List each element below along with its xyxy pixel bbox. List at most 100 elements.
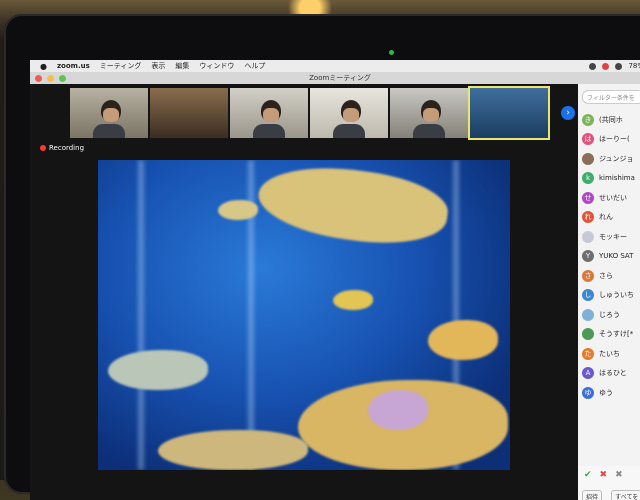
menu-window[interactable]: ウィンドウ: [199, 61, 234, 71]
laptop-bezel: ● zoom.us ミーティング 表示 編集 ウィンドウ ヘルプ 78% Zoo…: [4, 14, 640, 500]
participant-list-item[interactable]: き (共同ホ: [578, 110, 640, 130]
menu-app-name[interactable]: zoom.us: [57, 62, 90, 70]
participant-list-item[interactable]: たたいち: [578, 344, 640, 364]
participant-filter-input[interactable]: フィルター条件を: [582, 90, 640, 104]
participant-list-item[interactable]: ジュンジョ: [578, 149, 640, 169]
participant-list-item[interactable]: そうすけ[*: [578, 325, 640, 345]
participant-name: れん: [599, 213, 613, 222]
check-icon[interactable]: ✔: [584, 470, 592, 480]
fish: [368, 390, 428, 430]
participant-video-strip: [70, 86, 550, 140]
participant-body: [253, 124, 285, 138]
status-icon[interactable]: [602, 62, 610, 70]
participant-body: [333, 124, 365, 138]
invite-button[interactable]: 招待: [582, 490, 603, 500]
participant-name: はるひと: [599, 369, 627, 378]
participant-video-tile[interactable]: [150, 88, 228, 138]
menu-edit[interactable]: 編集: [175, 61, 189, 71]
next-page-arrow-icon[interactable]: ›: [561, 106, 575, 120]
window-title-bar: Zoomミーティング: [30, 72, 640, 84]
more-icon[interactable]: ✖: [615, 470, 623, 480]
participant-name: モッキー: [599, 232, 627, 241]
participant-list-item[interactable]: k kimishima: [578, 169, 640, 189]
laptop-screen: ● zoom.us ミーティング 表示 編集 ウィンドウ ヘルプ 78% Zoo…: [30, 60, 640, 500]
participant-list: き (共同ホははーりー(ジュンジョ k kimishima せせいだいれれん モッキー Y Y…: [578, 110, 640, 403]
participant-list-item[interactable]: モッキー: [578, 227, 640, 247]
participants-panel: フィルター条件を き (共同ホははーりー(ジュンジョ k kimishima せせいだい…: [578, 84, 640, 500]
participant-video-tile[interactable]: [230, 88, 308, 138]
recording-indicator: Recording: [40, 144, 84, 152]
apple-menu-icon[interactable]: ●: [40, 62, 47, 71]
participant-avatar: た: [582, 347, 594, 360]
participant-face: [262, 108, 279, 122]
fish: [428, 320, 498, 360]
participant-avatar: せ: [582, 191, 594, 204]
fish: [218, 200, 258, 220]
webcam-indicator: [389, 50, 394, 55]
participant-list-item[interactable]: ははーりー(: [578, 130, 640, 150]
menu-view[interactable]: 表示: [151, 61, 165, 71]
participant-name: はーりー(: [599, 135, 630, 144]
mac-menu-bar: ● zoom.us ミーティング 表示 編集 ウィンドウ ヘルプ 78%: [30, 60, 640, 72]
participant-list-item[interactable]: れれん: [578, 208, 640, 228]
participant-name: YUKO SAT: [599, 252, 634, 261]
window-title: Zoomミーティング: [309, 74, 371, 82]
shared-video-aquarium: [98, 160, 510, 470]
participants-footer: ✔ ✖ ✖ 招待 すべてを: [578, 466, 640, 500]
participant-avatar: [582, 328, 594, 341]
participant-list-item[interactable]: Y YUKO SAT: [578, 247, 640, 267]
participant-face: [342, 108, 359, 122]
participant-avatar: ゆ: [582, 386, 594, 399]
participant-list-item[interactable]: ささら: [578, 266, 640, 286]
participant-list-item[interactable]: ししゅういち: [578, 286, 640, 306]
participant-name: せいだい: [599, 193, 627, 202]
participant-avatar: A: [582, 367, 594, 380]
battery-level[interactable]: 78%: [628, 62, 640, 70]
participant-name: kimishima: [599, 174, 635, 183]
fish: [254, 160, 452, 253]
participant-avatar: [582, 152, 594, 165]
mute-all-button[interactable]: すべてを: [611, 490, 640, 500]
participant-list-item[interactable]: せせいだい: [578, 188, 640, 208]
participant-avatar: [582, 308, 594, 321]
participant-avatar: し: [582, 289, 594, 302]
participant-list-item[interactable]: A はるひと: [578, 364, 640, 384]
participant-video-tile[interactable]: [390, 88, 468, 138]
recording-label: Recording: [49, 144, 85, 152]
cancel-icon[interactable]: ✖: [600, 470, 608, 480]
active-speaker-tile[interactable]: [468, 86, 550, 140]
menu-help[interactable]: ヘルプ: [244, 61, 265, 71]
participant-name: ゆう: [599, 388, 613, 397]
participant-video-tile[interactable]: [310, 88, 388, 138]
participant-name: ジュンジョ: [599, 154, 634, 163]
zoom-meeting-area: › Recording: [30, 84, 578, 500]
participant-name: しゅういち: [599, 291, 634, 300]
participant-face: [422, 108, 439, 122]
participant-avatar: れ: [582, 211, 594, 224]
participant-face: [102, 108, 119, 122]
participant-list-item[interactable]: じろう: [578, 305, 640, 325]
fish: [333, 290, 373, 310]
fish: [108, 350, 208, 390]
participant-body: [413, 124, 445, 138]
participant-name: (共同ホ: [599, 115, 623, 124]
recording-dot-icon: [40, 145, 46, 151]
menu-meeting[interactable]: ミーティング: [100, 61, 142, 71]
participant-list-item[interactable]: ゆゆう: [578, 383, 640, 403]
participant-avatar: k: [582, 172, 594, 185]
participant-avatar: Y: [582, 250, 594, 263]
light-beam: [138, 160, 144, 470]
participant-avatar: は: [582, 133, 594, 146]
participant-name: じろう: [599, 310, 620, 319]
participant-avatar: き: [582, 113, 594, 126]
participant-name: たいち: [599, 349, 620, 358]
participant-name: さら: [599, 271, 613, 280]
status-icon[interactable]: [589, 62, 597, 70]
participant-name: そうすけ[*: [599, 330, 634, 339]
participant-avatar: さ: [582, 269, 594, 282]
participant-avatar: [582, 230, 594, 243]
participant-video-tile[interactable]: [70, 88, 148, 138]
fish-school: [158, 430, 308, 470]
participant-body: [93, 124, 125, 138]
wifi-icon[interactable]: [615, 62, 623, 70]
